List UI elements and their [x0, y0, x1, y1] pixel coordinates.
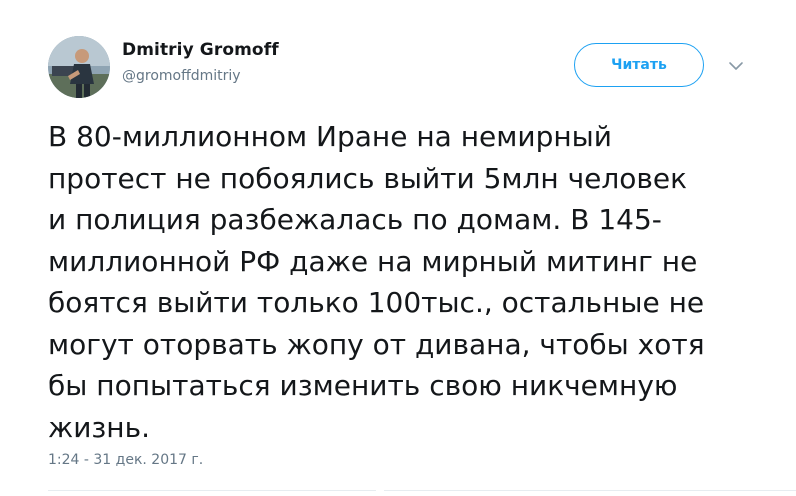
tweet-text-line: бы попытаться изменить свою никчемную: [48, 369, 678, 402]
avatar[interactable]: [48, 36, 110, 98]
tweet-text-line: и полиция разбежалась по домам. В 145-: [48, 203, 662, 236]
chevron-down-icon[interactable]: [728, 58, 744, 74]
tweet-text-line: могут оторвать жопу от дивана, чтобы хот…: [48, 327, 705, 361]
tweet-text-line: миллионной РФ даже на мирный митинг не: [48, 244, 698, 278]
divider: [384, 490, 796, 491]
tweet-text-line: протест не побоялись выйти 5млн человек: [48, 161, 688, 195]
tweet-text-line: боятся выйти только 100тыс., остальные н…: [48, 286, 705, 319]
avatar-photo: [48, 36, 110, 98]
author-name[interactable]: Dmitriy Gromoff: [122, 40, 279, 60]
tweet-text-line: жизнь.: [48, 410, 151, 444]
author-handle[interactable]: @gromoffdmitriy: [122, 68, 241, 84]
follow-button[interactable]: Читать: [574, 43, 704, 87]
tweet-timestamp[interactable]: 1:24 - 31 дек. 2017 г.: [48, 452, 203, 468]
tweet-text-line: В 80-миллионном Иране на немирный: [48, 120, 612, 153]
tweet-text: В 80-миллионном Иране на немирный протес…: [48, 116, 768, 448]
follow-button-label: Читать: [611, 57, 667, 73]
divider: [48, 490, 376, 491]
